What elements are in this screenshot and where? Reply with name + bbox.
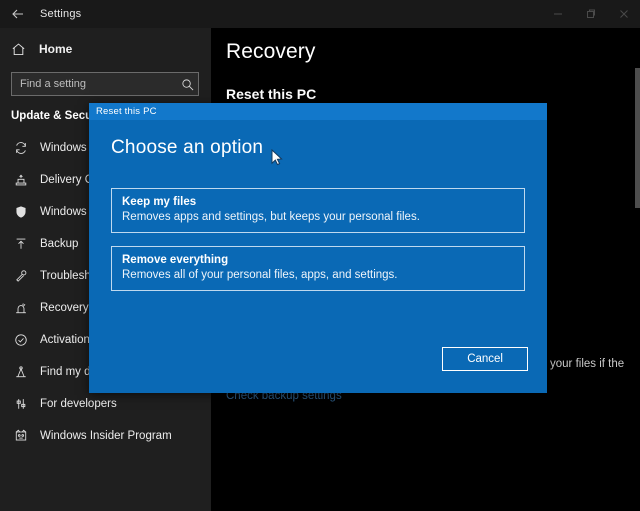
window-controls: [541, 0, 640, 28]
search-icon[interactable]: [176, 78, 198, 91]
scrollbar-track[interactable]: [635, 28, 640, 511]
window-title: Settings: [40, 8, 81, 20]
recovery-icon: [11, 298, 31, 318]
screen: Settings: [0, 0, 640, 511]
sidebar-item-label: Backup: [40, 238, 78, 250]
close-button[interactable]: [607, 0, 640, 28]
section-title-reset-this-pc: Reset this PC: [226, 86, 640, 102]
cancel-button[interactable]: Cancel: [442, 347, 528, 371]
sidebar-item-label: Windows Insider Program: [40, 430, 172, 442]
search-box[interactable]: [11, 72, 199, 96]
dialog-options: Keep my files Removes apps and settings,…: [111, 188, 525, 291]
insider-icon: [11, 426, 31, 446]
dialog-heading: Choose an option: [111, 137, 525, 159]
sidebar-item-home[interactable]: Home: [0, 34, 211, 64]
dialog-footer: Cancel: [442, 347, 528, 371]
shield-icon: [11, 202, 31, 222]
sidebar-home-label: Home: [39, 42, 72, 56]
wrench-icon: [11, 266, 31, 286]
home-icon: [11, 42, 31, 57]
location-pin-icon: [11, 362, 31, 382]
sidebar-item-label: Recovery: [40, 302, 89, 314]
delivery-icon: [11, 170, 31, 190]
option-title: Remove everything: [122, 254, 514, 266]
option-description: Removes apps and settings, but keeps you…: [122, 211, 514, 223]
dialog-title: Reset this PC: [96, 106, 157, 117]
window-titlebar: Settings: [0, 0, 640, 28]
clipped-body-text: your files if the: [550, 358, 624, 370]
sidebar-item-label: For developers: [40, 398, 117, 410]
back-arrow-icon[interactable]: [4, 0, 32, 28]
scrollbar-thumb[interactable]: [635, 68, 640, 208]
option-remove-everything[interactable]: Remove everything Removes all of your pe…: [111, 246, 525, 291]
sidebar-item-label: Activation: [40, 334, 90, 346]
option-title: Keep my files: [122, 196, 514, 208]
check-circle-icon: [11, 330, 31, 350]
option-keep-my-files[interactable]: Keep my files Removes apps and settings,…: [111, 188, 525, 233]
minimize-button[interactable]: [541, 0, 574, 28]
upload-icon: [11, 234, 31, 254]
sync-icon: [11, 138, 31, 158]
reset-this-pc-dialog: Reset this PC Choose an option Keep my f…: [89, 103, 547, 393]
sidebar-item-windows-insider-program[interactable]: Windows Insider Program: [0, 420, 211, 452]
sliders-icon: [11, 394, 31, 414]
maximize-button[interactable]: [574, 0, 607, 28]
dialog-titlebar: Reset this PC: [89, 103, 547, 120]
page-title: Recovery: [226, 40, 640, 64]
search-input[interactable]: [12, 78, 176, 90]
option-description: Removes all of your personal files, apps…: [122, 269, 514, 281]
dialog-body: Choose an option Keep my files Removes a…: [89, 120, 547, 393]
